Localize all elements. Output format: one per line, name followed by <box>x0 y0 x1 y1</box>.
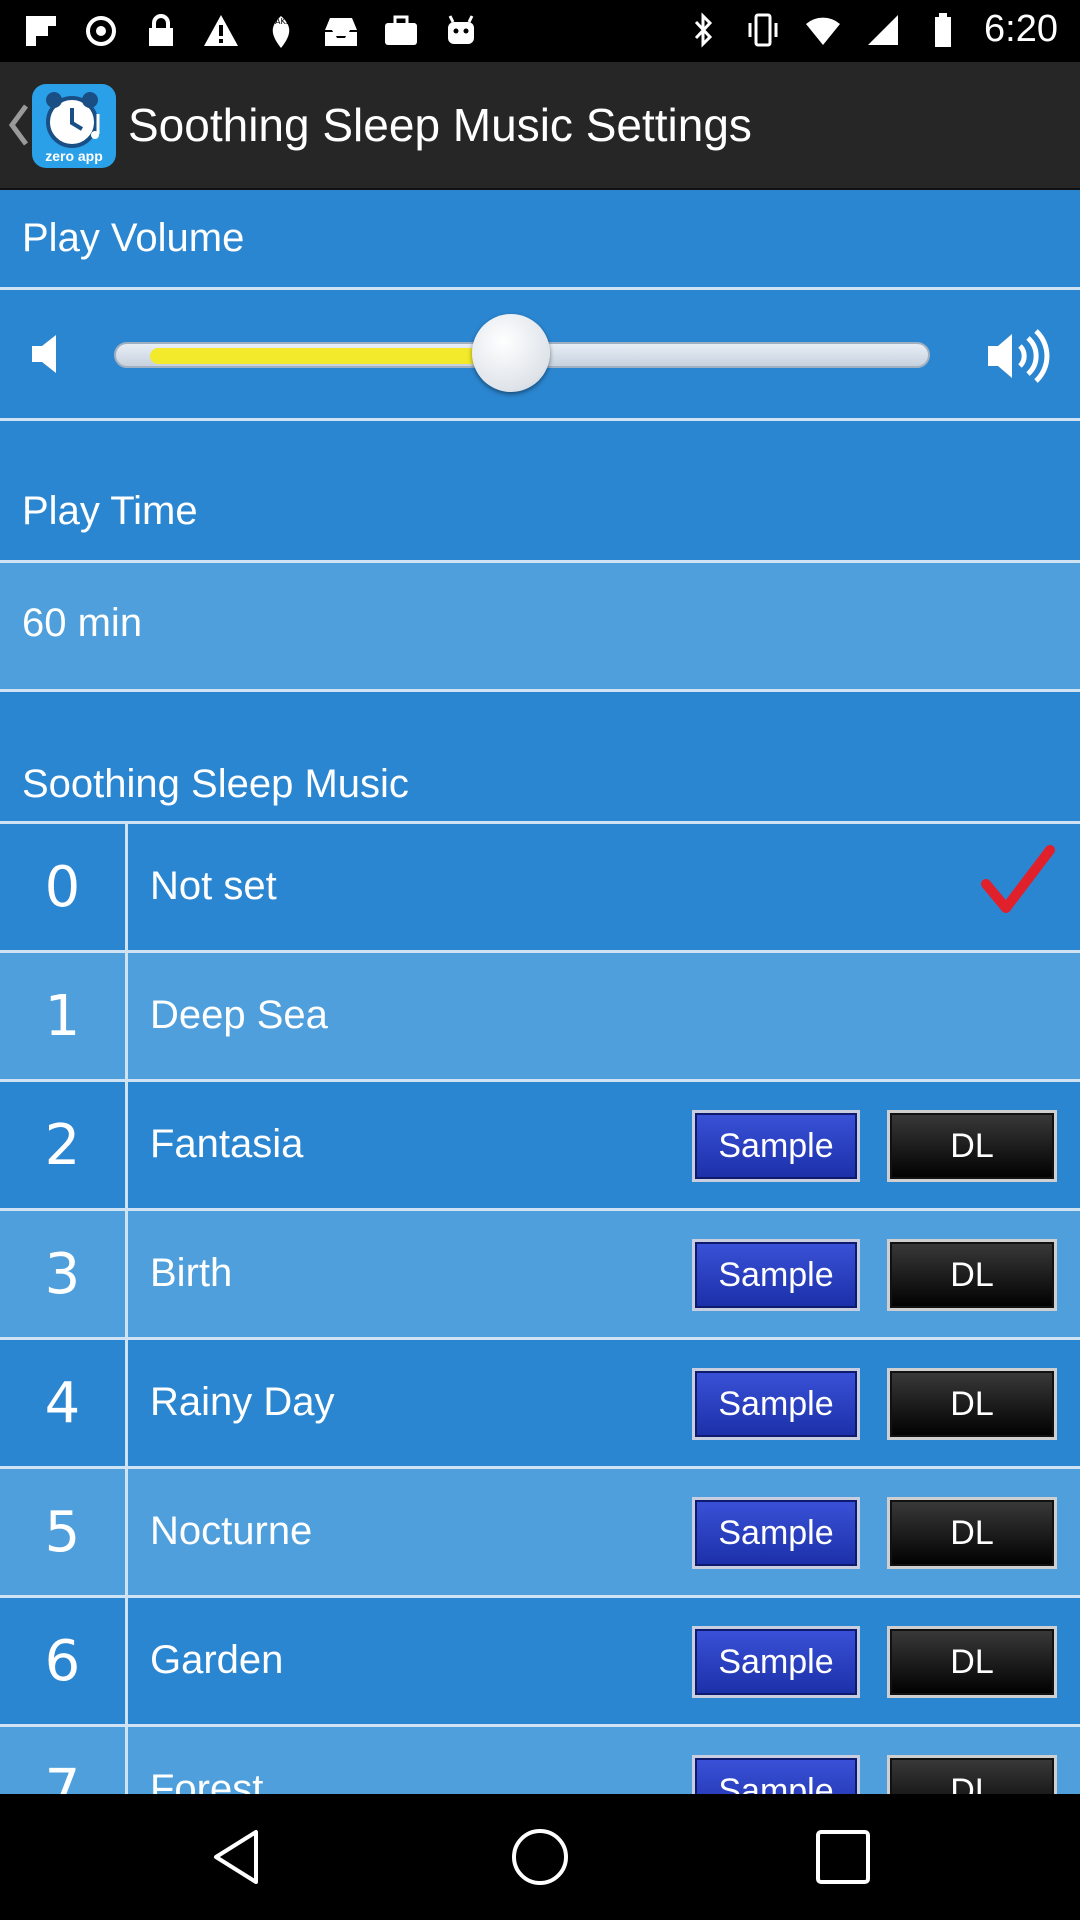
signal-icon <box>868 14 899 45</box>
status-bar: FAKE 6:20 <box>0 0 1080 62</box>
music-row[interactable]: 0 Not set <box>0 824 1080 953</box>
music-header: Soothing Sleep Music <box>0 692 1080 824</box>
music-row-name: Birth <box>150 1251 233 1295</box>
battery-icon <box>935 12 952 47</box>
android-icon <box>448 15 474 44</box>
play-time-label: Play Time <box>22 489 198 533</box>
page-title: Soothing Sleep Music Settings <box>128 99 752 151</box>
sample-button[interactable]: Sample <box>692 1755 860 1794</box>
svg-text:FAKE: FAKE <box>271 17 291 26</box>
play-volume-label: Play Volume <box>22 216 245 260</box>
music-list: 0 Not set 1 Deep Sea 2 Fantasia Sample DL 3 Birth… <box>0 824 1080 1794</box>
music-row[interactable]: 6 Garden Sample DL <box>0 1598 1080 1727</box>
sync-icon <box>86 16 116 46</box>
lock-icon <box>149 14 173 46</box>
music-row-number: 1 <box>0 953 128 1079</box>
download-button[interactable]: DL <box>887 1626 1057 1698</box>
download-button[interactable]: DL <box>887 1110 1057 1182</box>
music-row[interactable]: 3 Birth Sample DL <box>0 1211 1080 1340</box>
sample-button[interactable]: Sample <box>692 1110 860 1182</box>
music-row[interactable]: 1 Deep Sea <box>0 953 1080 1082</box>
volume-low-icon[interactable] <box>28 332 68 376</box>
music-label: Soothing Sleep Music <box>22 762 409 806</box>
fake-gps-icon: FAKE <box>271 16 291 48</box>
back-icon[interactable] <box>208 1826 270 1888</box>
clock: 6:20 <box>984 8 1058 50</box>
play-time-value-row[interactable]: 60 min <box>0 563 1080 692</box>
music-row-number: 4 <box>0 1340 128 1466</box>
music-row-name: Fantasia <box>150 1122 304 1166</box>
play-time-value: 60 min <box>22 601 143 645</box>
music-row-name: Not set <box>150 864 277 908</box>
recents-icon[interactable] <box>812 1826 874 1888</box>
play-time-header: Play Time <box>0 421 1080 563</box>
music-row-number: 7 <box>0 1727 128 1794</box>
music-row-name: Deep Sea <box>150 993 328 1037</box>
app-icon-label: zero app <box>45 148 103 164</box>
sample-button[interactable]: Sample <box>692 1239 860 1311</box>
music-row-number: 2 <box>0 1082 128 1208</box>
music-row-name: Forest <box>150 1767 264 1794</box>
checkmark-icon <box>981 845 1055 913</box>
bluetooth-icon <box>694 11 713 48</box>
play-volume-header: Play Volume <box>0 190 1080 290</box>
vibrate-icon <box>748 13 778 46</box>
volume-slider-fill <box>150 348 513 364</box>
home-icon[interactable] <box>509 1826 571 1888</box>
volume-high-icon[interactable] <box>986 328 1052 384</box>
music-row[interactable]: 2 Fantasia Sample DL <box>0 1082 1080 1211</box>
download-button[interactable]: DL <box>887 1755 1057 1794</box>
volume-control <box>0 290 1080 421</box>
back-chevron-icon[interactable] <box>8 102 30 148</box>
settings-content: Play Volume Play Time 60 min Soothing Sl… <box>0 190 1080 1794</box>
music-row-name: Garden <box>150 1638 284 1682</box>
download-button[interactable]: DL <box>887 1368 1057 1440</box>
music-row[interactable]: 4 Rainy Day Sample DL <box>0 1340 1080 1469</box>
music-row[interactable]: 7 Forest Sample DL <box>0 1727 1080 1794</box>
download-button[interactable]: DL <box>887 1497 1057 1569</box>
flipboard-icon <box>26 16 56 46</box>
music-row-number: 6 <box>0 1598 128 1724</box>
app-icon[interactable]: zero app <box>32 84 116 168</box>
briefcase-icon <box>385 15 417 45</box>
download-button[interactable]: DL <box>887 1239 1057 1311</box>
notification-icons: FAKE <box>22 12 480 50</box>
inbox-icon <box>325 18 357 46</box>
music-row-number: 3 <box>0 1211 128 1337</box>
sample-button[interactable]: Sample <box>692 1626 860 1698</box>
music-row[interactable]: 5 Nocturne Sample DL <box>0 1469 1080 1598</box>
wifi-icon <box>806 17 841 45</box>
navigation-bar <box>0 1794 1080 1920</box>
music-row-name: Nocturne <box>150 1509 313 1553</box>
music-row-number: 0 <box>0 824 128 950</box>
sample-button[interactable]: Sample <box>692 1497 860 1569</box>
action-bar: zero app Soothing Sleep Music Settings <box>0 62 1080 190</box>
system-icons: 6:20 <box>684 8 1058 51</box>
music-row-number: 5 <box>0 1469 128 1595</box>
music-row-name: Rainy Day <box>150 1380 335 1424</box>
warning-icon <box>204 15 238 46</box>
sample-button[interactable]: Sample <box>692 1368 860 1440</box>
volume-slider-thumb[interactable] <box>472 314 550 392</box>
